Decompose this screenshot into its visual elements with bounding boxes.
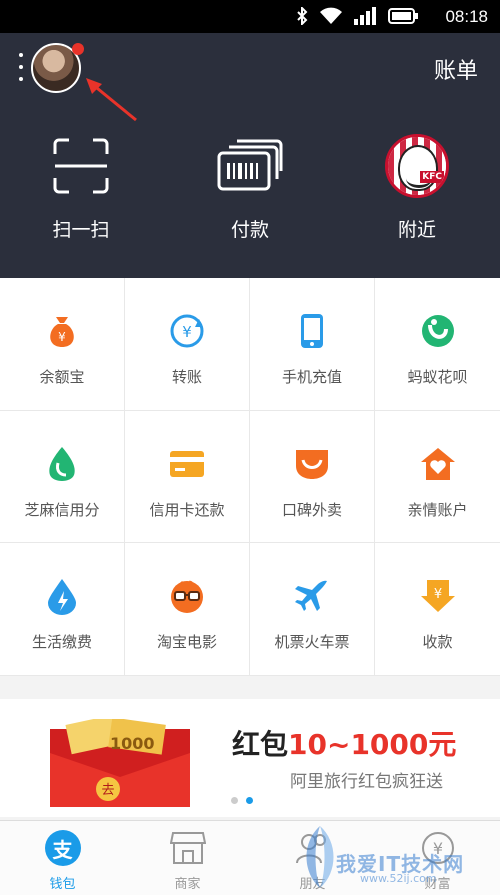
huabei-icon [421,315,454,347]
pager-dot-active [246,797,253,804]
kfc-logo-icon: KFC [385,134,449,198]
service-sesame-credit[interactable]: 芝麻信用分 [0,410,125,544]
service-label: 转账 [171,368,202,386]
tab-friends[interactable]: 朋友 [250,821,375,895]
koubei-icon [296,449,328,479]
wallet-icon: 支 [44,830,81,866]
status-time: 08:18 [445,7,488,26]
service-label: 收款 [422,633,453,652]
movie-glasses-icon [171,580,203,614]
scan-label: 扫一扫 [52,219,110,241]
pager-dot [231,797,238,804]
notification-dot [72,43,84,55]
svg-text:¥: ¥ [433,587,441,602]
service-label: 手机充值 [281,368,342,386]
tab-merchants[interactable]: 商家 [125,821,250,895]
banner-title: 红包10~1000元 [232,723,456,763]
red-envelope-icon: 1000 去 [50,719,190,807]
svg-text:¥: ¥ [182,323,192,341]
wealth-icon: ¥ [421,832,454,864]
service-label: 余额宝 [39,368,85,386]
service-label: 亲情账户 [407,500,468,519]
banner-title-prefix: 红包 [232,728,289,761]
promo-banner[interactable]: 1000 去 红包10~1000元 阿里旅行红包疯狂送 [0,699,500,817]
wallet-header: 账单 扫一扫 付款 KFC 附近 [0,33,500,278]
svg-text:¥: ¥ [432,839,442,858]
service-label: 生活缴费 [31,633,92,652]
service-label: 信用卡还款 [149,500,225,519]
sesame-icon [49,446,75,481]
service-label: 淘宝电影 [156,633,217,652]
scan-button[interactable]: 扫一扫 [11,133,151,242]
store-icon [169,832,206,864]
service-huabei[interactable]: 蚂蚁花呗 [375,278,500,411]
service-family-account[interactable]: 亲情账户 [375,411,500,544]
status-bar: 08:18 [0,0,500,33]
credit-card-icon [170,450,204,477]
service-label: 口碑外卖 [281,500,342,519]
banner-subtitle: 阿里旅行红包疯狂送 [290,772,443,792]
service-flight-train[interactable]: 机票火车票 [250,543,375,676]
service-receive-money[interactable]: ¥ 收款 [375,543,500,676]
service-grid: ¥ 余额宝 ¥ 转账 手机充值 蚂蚁花呗 芝麻信用分 信用卡还款 口碑外卖 亲情… [0,278,500,676]
barcode-icon [217,139,283,191]
tab-label: 朋友 [299,877,326,892]
scan-icon [53,138,109,194]
signal-icon [354,7,376,25]
tab-label: 商家 [174,877,201,892]
utility-drop-icon [48,579,76,616]
tab-wallet[interactable]: 支 钱包 [0,821,125,895]
status-icons [296,7,418,25]
bill-link[interactable]: 账单 [434,53,478,85]
tab-wealth[interactable]: ¥ 财富 [375,821,500,895]
receive-money-icon: ¥ [420,580,455,613]
banknote-value: 1000 [110,734,155,753]
tab-label: 财富 [424,877,451,892]
service-taobao-movie[interactable]: 淘宝电影 [125,543,250,676]
service-credit-card[interactable]: 信用卡还款 [125,410,250,544]
nearby-label: 附近 [397,219,436,241]
service-utility-bills[interactable]: 生活缴费 [0,543,125,676]
battery-icon [388,8,418,24]
pay-label: 付款 [230,219,269,241]
service-label: 蚂蚁花呗 [407,368,468,386]
svg-text:¥: ¥ [58,330,66,344]
service-yuebao[interactable]: ¥ 余额宝 [0,278,125,411]
bottom-tab-bar: 支 钱包 商家 朋友 ¥ 财富 [0,820,500,895]
annotation-arrow-icon [86,78,137,122]
service-koubei-delivery[interactable]: 口碑外卖 [250,410,375,544]
service-label: 机票火车票 [274,633,350,652]
friends-icon [295,834,326,864]
bluetooth-icon [297,7,308,25]
family-home-icon [420,447,455,480]
airplane-icon [295,581,327,612]
pay-button[interactable]: 付款 [180,133,320,242]
wifi-icon [320,7,342,24]
transfer-icon: ¥ [170,314,204,348]
nearby-button[interactable]: KFC 附近 [347,133,487,242]
mobile-icon [301,314,323,348]
banner-pager [231,797,253,804]
money-bag-icon: ¥ [50,317,74,347]
banner-title-amount: 10~1000元 [288,728,457,761]
service-transfer[interactable]: ¥ 转账 [125,278,250,411]
tab-label: 钱包 [49,877,76,892]
service-mobile-recharge[interactable]: 手机充值 [250,278,375,411]
banner-go-badge: 去 [101,783,114,798]
service-label: 芝麻信用分 [24,500,100,519]
more-menu-icon[interactable] [14,53,28,81]
